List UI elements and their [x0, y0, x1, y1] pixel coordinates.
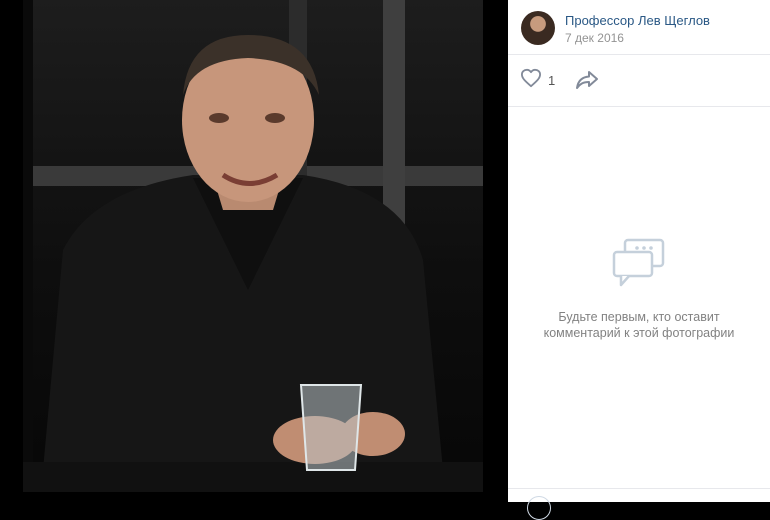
author-avatar[interactable]: [521, 11, 555, 45]
post-date-link[interactable]: 7 дек 2016: [565, 31, 624, 45]
author-name-link[interactable]: Профессор Лев Щеглов: [565, 13, 710, 28]
comment-composer[interactable]: [508, 489, 770, 520]
post-actions: 1: [520, 68, 760, 92]
divider: [508, 106, 770, 107]
photo[interactable]: [23, 0, 483, 492]
share-button[interactable]: [575, 69, 599, 91]
current-user-avatar: [527, 496, 551, 520]
share-arrow-icon: [575, 71, 599, 95]
like-count: 1: [548, 72, 556, 88]
divider: [508, 54, 770, 55]
empty-comments-line: комментарий к этой фотографии: [543, 326, 735, 340]
heart-icon: [520, 68, 542, 93]
table: [23, 462, 483, 492]
like-button[interactable]: 1: [520, 68, 555, 92]
empty-comments-line: Будьте первым, кто оставит: [558, 310, 720, 324]
photo-image: [23, 0, 483, 492]
photo-viewer: [0, 0, 508, 502]
comment-bubble-icon: [508, 238, 770, 293]
background-edge: [23, 0, 33, 492]
empty-comments: Будьте первым, кто оставит комментарий к…: [508, 238, 770, 341]
post-info-panel: Профессор Лев Щеглов 7 дек 2016 1 Будьте…: [508, 0, 770, 520]
water-glass: [299, 384, 363, 471]
eye: [209, 113, 229, 123]
author-block: Профессор Лев Щеглов 7 дек 2016: [521, 11, 761, 45]
eye: [265, 113, 285, 123]
empty-comments-text: Будьте первым, кто оставит комментарий к…: [508, 309, 770, 341]
